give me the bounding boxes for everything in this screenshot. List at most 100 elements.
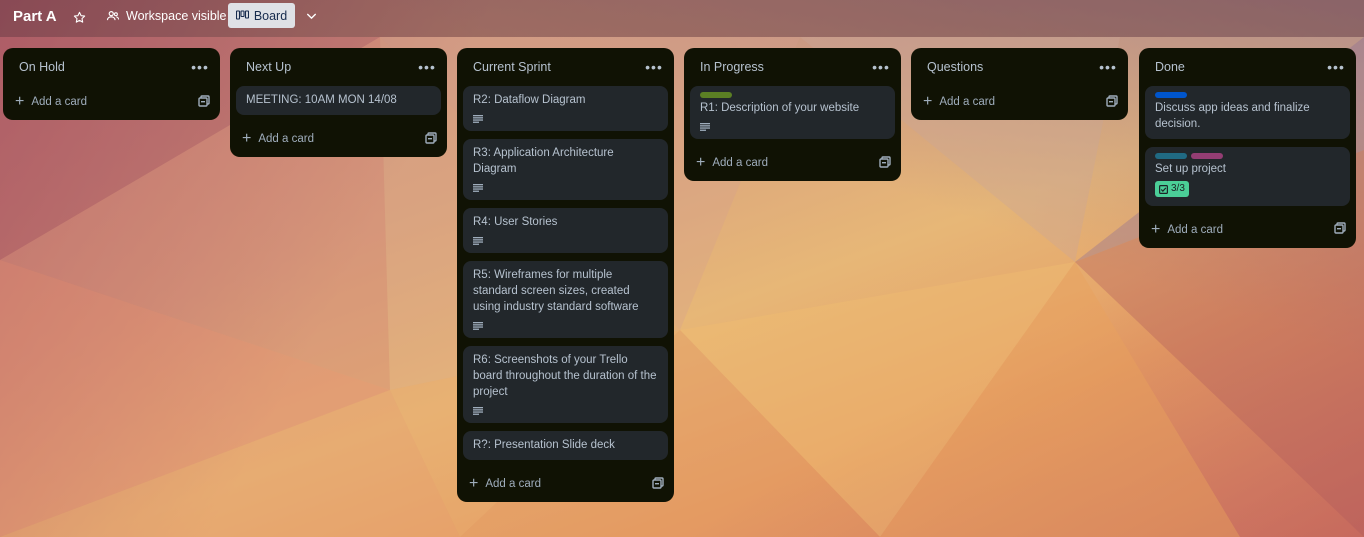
create-from-template-icon[interactable] bbox=[1106, 94, 1118, 110]
list-title[interactable]: Current Sprint bbox=[473, 60, 551, 74]
create-from-template-icon[interactable] bbox=[652, 476, 664, 492]
plus-icon: + bbox=[696, 154, 706, 171]
add-card-button[interactable]: + Add a card bbox=[15, 94, 87, 110]
board-header: Part A Workspace visible Board bbox=[0, 0, 1364, 37]
description-icon bbox=[473, 112, 658, 124]
card-title: MEETING: 10AM MON 14/08 bbox=[246, 94, 397, 106]
description-icon bbox=[473, 319, 658, 331]
add-card-row: + Add a card bbox=[684, 147, 901, 179]
create-from-template-icon[interactable] bbox=[425, 131, 437, 147]
card-title: Discuss app ideas and finalize decision. bbox=[1155, 102, 1310, 130]
list: Next Up ••• MEETING: 10AM MON 14/08 + Add a … bbox=[230, 48, 447, 157]
card[interactable]: Discuss app ideas and finalize decision. bbox=[1145, 86, 1350, 139]
card[interactable]: R5: Wireframes for multiple standard scr… bbox=[463, 261, 668, 338]
card-list: R2: Dataflow Diagram R3: Application Arch… bbox=[457, 86, 674, 460]
list-header: Questions ••• bbox=[911, 48, 1128, 86]
card-labels bbox=[1155, 153, 1340, 159]
add-card-button[interactable]: + Add a card bbox=[923, 94, 995, 110]
add-card-label: Add a card bbox=[258, 133, 314, 145]
plus-icon: + bbox=[469, 475, 479, 492]
card[interactable]: R1: Description of your website bbox=[690, 86, 895, 139]
visibility-button[interactable]: Workspace visible bbox=[98, 4, 235, 28]
list-title[interactable]: In Progress bbox=[700, 60, 764, 74]
add-card-label: Add a card bbox=[31, 96, 87, 108]
list-title[interactable]: On Hold bbox=[19, 60, 65, 74]
more-icon[interactable]: ••• bbox=[417, 60, 437, 74]
add-card-label: Add a card bbox=[1167, 223, 1223, 236]
list: In Progress ••• R1: Description of your we… bbox=[684, 48, 901, 181]
list-title[interactable]: Next Up bbox=[246, 60, 291, 74]
chevron-down-icon[interactable] bbox=[300, 5, 322, 27]
create-from-template-icon[interactable] bbox=[1334, 222, 1346, 237]
visibility-label: Workspace visible bbox=[126, 9, 227, 23]
plus-icon: + bbox=[923, 93, 933, 110]
card-label[interactable] bbox=[700, 92, 732, 98]
more-icon[interactable]: ••• bbox=[1326, 60, 1346, 74]
board-icon bbox=[235, 10, 249, 20]
description-icon bbox=[473, 404, 658, 416]
more-icon[interactable]: ••• bbox=[1098, 60, 1118, 74]
card-title: R6: Screenshots of your Trello board thr… bbox=[473, 354, 657, 398]
list-header: Next Up ••• bbox=[230, 48, 447, 86]
list-title[interactable]: Questions bbox=[927, 60, 983, 74]
more-icon[interactable]: ••• bbox=[190, 60, 210, 74]
card[interactable]: R?: Presentation Slide deck bbox=[463, 431, 668, 460]
card[interactable]: R6: Screenshots of your Trello board thr… bbox=[463, 346, 668, 423]
list-header: Done ••• bbox=[1139, 48, 1356, 86]
board-view-button[interactable]: Board bbox=[228, 3, 295, 28]
card-title: R?: Presentation Slide deck bbox=[473, 439, 615, 451]
list: Done ••• Discuss app ideas and finalize de… bbox=[1139, 48, 1356, 248]
checklist-badge: 3/3 bbox=[1155, 181, 1189, 197]
description-icon bbox=[473, 234, 658, 246]
card-list: MEETING: 10AM MON 14/08 bbox=[230, 86, 447, 115]
checklist-count: 3/3 bbox=[1171, 183, 1185, 194]
list-header: On Hold ••• bbox=[3, 48, 220, 86]
list: Questions ••• + Add a card bbox=[911, 48, 1128, 120]
create-from-template-icon[interactable] bbox=[198, 94, 210, 110]
card-label[interactable] bbox=[1191, 153, 1223, 159]
plus-icon: + bbox=[1151, 220, 1161, 238]
more-icon[interactable]: ••• bbox=[871, 60, 891, 74]
description-icon bbox=[700, 120, 885, 132]
more-icon[interactable]: ••• bbox=[644, 60, 664, 74]
card-label[interactable] bbox=[1155, 92, 1187, 98]
card-labels bbox=[1155, 92, 1340, 98]
checkbox-icon bbox=[1159, 184, 1168, 194]
board-view-label: Board bbox=[253, 8, 288, 23]
board-title[interactable]: Part A bbox=[13, 8, 57, 25]
card-label[interactable] bbox=[1155, 153, 1187, 159]
card-title: R3: Application Architecture Diagram bbox=[473, 147, 614, 175]
create-from-template-icon[interactable] bbox=[879, 155, 891, 171]
star-icon[interactable] bbox=[68, 6, 90, 28]
add-card-label: Add a card bbox=[939, 96, 995, 108]
people-icon bbox=[106, 11, 120, 21]
add-card-button[interactable]: + Add a card bbox=[242, 131, 314, 147]
card[interactable]: R3: Application Architecture Diagram bbox=[463, 139, 668, 200]
card-title: R5: Wireframes for multiple standard scr… bbox=[473, 269, 639, 313]
card[interactable]: R2: Dataflow Diagram bbox=[463, 86, 668, 131]
list-header: In Progress ••• bbox=[684, 48, 901, 86]
add-card-row: + Add a card bbox=[457, 468, 674, 500]
card[interactable]: R4: User Stories bbox=[463, 208, 668, 253]
add-card-label: Add a card bbox=[712, 157, 768, 169]
add-card-button[interactable]: + Add a card bbox=[696, 155, 768, 171]
list-header: Current Sprint ••• bbox=[457, 48, 674, 86]
card-list: R1: Description of your website bbox=[684, 86, 901, 139]
add-card-button[interactable]: + Add a card bbox=[469, 476, 541, 492]
card-title: R4: User Stories bbox=[473, 216, 558, 228]
plus-icon: + bbox=[242, 130, 252, 147]
card[interactable]: Set up project 3/3 bbox=[1145, 147, 1350, 206]
list-title[interactable]: Done bbox=[1155, 60, 1185, 74]
add-card-row: + Add a card bbox=[3, 86, 220, 118]
add-card-button[interactable]: + Add a card bbox=[1151, 220, 1223, 238]
card-title: R2: Dataflow Diagram bbox=[473, 94, 586, 106]
add-card-label: Add a card bbox=[485, 478, 541, 490]
card-labels bbox=[700, 92, 885, 98]
add-card-row: + Add a card bbox=[1139, 214, 1356, 246]
description-icon bbox=[473, 181, 658, 193]
card-title: Set up project bbox=[1155, 163, 1226, 175]
card[interactable]: MEETING: 10AM MON 14/08 bbox=[236, 86, 441, 115]
card-title: R1: Description of your website bbox=[700, 102, 860, 114]
plus-icon: + bbox=[15, 93, 25, 110]
list: On Hold ••• + Add a card bbox=[3, 48, 220, 120]
